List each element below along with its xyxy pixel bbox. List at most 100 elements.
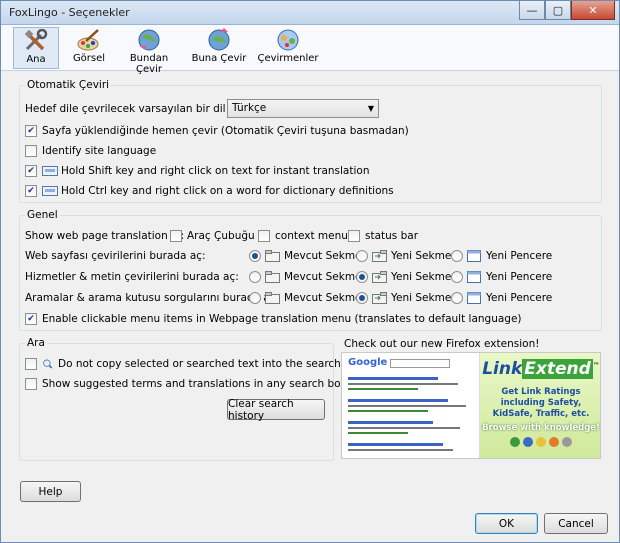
tools-icon (24, 29, 48, 51)
group-search-title: Ara (25, 337, 47, 349)
checkbox[interactable] (25, 145, 37, 157)
result-snippet (348, 383, 458, 385)
promo-title: Check out our new Firefox extension! (344, 338, 540, 350)
popularity-rating-icon (549, 437, 559, 448)
option-identify-site-language[interactable]: Identify site language (25, 143, 156, 159)
tab-gorsel[interactable]: Görsel (69, 27, 109, 69)
option-ctrl-click[interactable]: Hold Ctrl key and right click on a word … (25, 183, 394, 199)
tab-bundan-cevir[interactable]: Bundan Çevir (117, 27, 181, 75)
tab-buna-cevir[interactable]: Buna Çevir (191, 27, 247, 69)
new-window-icon (467, 250, 481, 262)
tab-cevirmenler[interactable]: Çevirmenler (257, 27, 319, 69)
radio-row0-yeni-sekme[interactable]: Yeni Sekme (356, 248, 451, 264)
radio-row1-yeni-sekme[interactable]: Yeni Sekme (356, 269, 451, 285)
show-in-context-menu[interactable]: context menu (258, 228, 348, 244)
new-window-icon (467, 271, 481, 283)
current-tab-icon (265, 250, 280, 262)
result-url (348, 432, 408, 434)
keyboard-icon (42, 186, 58, 196)
radio[interactable] (451, 250, 463, 262)
result-snippet (348, 405, 466, 407)
radio-row2-mevcut-sekme[interactable]: Mevcut Sekme (249, 290, 362, 306)
search-results-preview: Google (342, 353, 480, 458)
checkbox[interactable] (25, 378, 37, 390)
rating-icons (480, 437, 600, 448)
options-window: FoxLingo - Seçenekler — ▢ ✕ Ana Görsel B… (0, 0, 620, 543)
radio[interactable] (451, 292, 463, 304)
checkbox[interactable] (258, 230, 270, 242)
result-link (348, 399, 448, 402)
radio-row0-mevcut-sekme[interactable]: Mevcut Sekme (249, 248, 362, 264)
result-snippet (348, 449, 453, 451)
chevron-down-icon: ▼ (367, 104, 374, 113)
maximize-button[interactable]: ▢ (545, 1, 571, 20)
tab-ana[interactable]: Ana (13, 27, 59, 69)
radio[interactable] (249, 271, 261, 283)
kidsafe-rating-icon (523, 437, 533, 448)
radio-row1-mevcut-sekme[interactable]: Mevcut Sekme (249, 269, 362, 285)
checkbox[interactable] (348, 230, 360, 242)
result-link (348, 443, 443, 446)
close-button[interactable]: ✕ (571, 1, 615, 20)
translate-from-icon (138, 29, 160, 51)
option-clickable-menu[interactable]: Enable clickable menu items in Webpage t… (25, 311, 522, 327)
radio[interactable] (356, 250, 368, 262)
target-lang-select[interactable]: Türkçe ▼ (227, 99, 379, 118)
option-suggested-terms[interactable]: Show suggested terms and translations in… (25, 376, 347, 392)
option-auto-translate-onload[interactable]: Sayfa yüklendiğinde hemen çevir (Otomati… (25, 123, 409, 139)
checkbox[interactable] (25, 358, 37, 370)
group-general-title: Genel (25, 209, 60, 221)
radio[interactable] (451, 271, 463, 283)
help-button[interactable]: Help (20, 481, 81, 502)
checkbox[interactable] (25, 185, 37, 197)
search-box-preview (390, 359, 450, 368)
option-shift-click[interactable]: Hold Shift key and right click on text f… (25, 163, 369, 179)
google-logo: Google (348, 357, 388, 368)
checkbox[interactable] (25, 125, 37, 137)
radio-row0-yeni-pencere[interactable]: Yeni Pencere (451, 248, 552, 264)
option-no-copy-search[interactable]: Do not copy selected or searched text in… (25, 356, 363, 372)
result-url (348, 388, 418, 390)
current-tab-icon (265, 271, 280, 283)
ok-button[interactable]: OK (475, 513, 538, 534)
radio-row1-yeni-pencere[interactable]: Yeni Pencere (451, 269, 552, 285)
promo-cta: Browse with knowledge! (482, 423, 600, 434)
result-link (348, 421, 433, 424)
title-bar: FoxLingo - Seçenekler — ▢ ✕ (1, 1, 619, 25)
search-settings-icon (43, 359, 53, 369)
open-row-label: Hizmetler & metin çevirilerini burada aç… (25, 271, 239, 283)
open-row-label: Web sayfası çevirilerini burada aç: (25, 250, 206, 262)
current-tab-icon (265, 292, 280, 304)
new-tab-icon (372, 271, 387, 283)
safety-rating-icon (510, 437, 520, 448)
target-lang-label: Hedef dile çevrilecek varsayılan bir dil… (25, 103, 260, 115)
show-in-status-bar[interactable]: status bar (348, 228, 418, 244)
linkextend-banner[interactable]: Google Link Extend ™ Get Link Ratings incl… (341, 352, 601, 459)
show-in-toolbar[interactable]: Araç Çubuğu (170, 228, 255, 244)
new-tab-icon (372, 250, 387, 262)
result-url (348, 410, 428, 412)
keyboard-icon (42, 166, 58, 176)
other-rating-icon (562, 437, 572, 448)
checkbox[interactable] (25, 313, 37, 325)
translate-to-icon (208, 28, 230, 51)
radio[interactable] (356, 271, 368, 283)
cancel-button[interactable]: Cancel (544, 513, 608, 534)
radio[interactable] (249, 292, 261, 304)
translators-icon (277, 29, 299, 51)
checkbox[interactable] (170, 230, 182, 242)
radio[interactable] (356, 292, 368, 304)
paintbrush-icon (77, 29, 99, 51)
radio-row2-yeni-pencere[interactable]: Yeni Pencere (451, 290, 552, 306)
radio[interactable] (249, 250, 261, 262)
minimize-button[interactable]: — (519, 1, 545, 20)
new-tab-icon (372, 292, 387, 304)
clear-search-history-button[interactable]: Clear search history (227, 398, 325, 422)
show-in-label: Show web page translation in: (25, 230, 185, 242)
radio-row2-yeni-sekme[interactable]: Yeni Sekme (356, 290, 451, 306)
linkextend-promo: Link Extend ™ Get Link Ratings including S… (480, 353, 600, 458)
result-snippet (348, 427, 460, 429)
checkbox[interactable] (25, 165, 37, 177)
window-title: FoxLingo - Seçenekler (9, 6, 130, 19)
group-auto-translate-title: Otomatik Çeviri (25, 79, 112, 91)
